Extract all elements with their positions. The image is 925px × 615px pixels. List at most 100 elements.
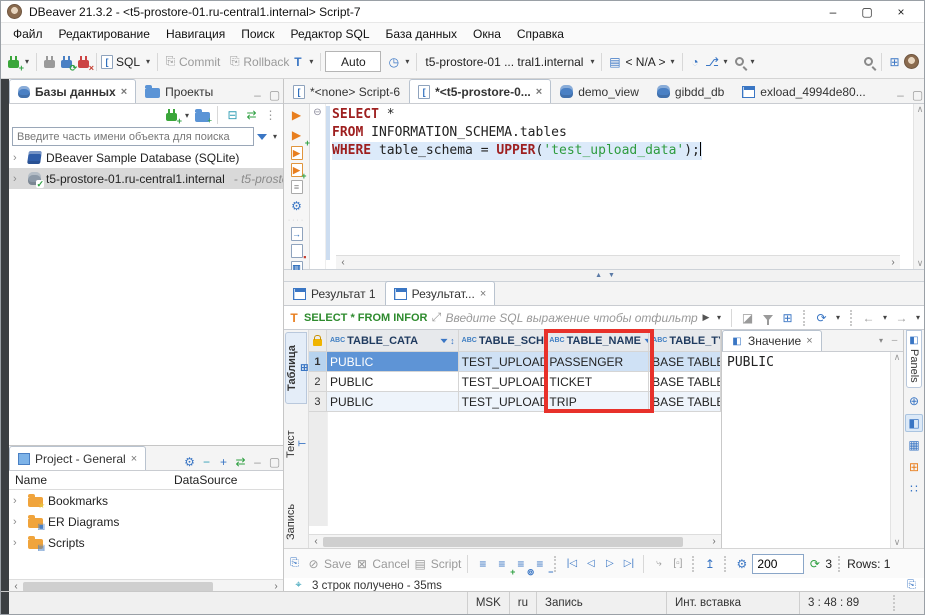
tab-projects[interactable]: Проекты: [136, 79, 222, 103]
menu-navigation[interactable]: Навигация: [158, 25, 233, 43]
last-row-icon[interactable]: ▷|: [620, 555, 637, 572]
expand-filter-icon[interactable]: ⤢: [430, 309, 442, 326]
sql-editor-label[interactable]: SQL: [116, 55, 140, 69]
column-header-table-schema[interactable]: ABC TABLE_SCHEI ↕: [459, 330, 547, 352]
fetch-all-icon[interactable]: [▫]: [669, 555, 686, 572]
minimize-view-icon[interactable]: –: [249, 86, 266, 103]
menu-edit[interactable]: Редактирование: [51, 25, 158, 43]
tree-item-er-diagrams[interactable]: › ▣ ER Diagrams: [9, 511, 283, 532]
tab-demo-view[interactable]: demo_view: [551, 79, 648, 103]
sql-editor-dropdown[interactable]: ▾: [143, 57, 153, 66]
scroll-right-icon[interactable]: ›: [886, 257, 900, 268]
metadata-panel-icon[interactable]: ▦: [905, 436, 923, 454]
close-icon[interactable]: ×: [806, 335, 812, 347]
tab-project-general[interactable]: Project - General ×: [9, 446, 146, 470]
cell[interactable]: BASE TABLE: [649, 372, 721, 392]
transaction-log-icon[interactable]: ◷: [385, 53, 402, 70]
expand-chevron-icon[interactable]: ›: [13, 152, 23, 164]
previous-row-icon[interactable]: ◁: [582, 555, 599, 572]
menu-help[interactable]: Справка: [509, 25, 572, 43]
explain-plan-icon[interactable]: ≡: [291, 180, 303, 194]
column-sort-icon[interactable]: ↕: [450, 336, 455, 346]
filter-icon[interactable]: [257, 134, 267, 140]
view-menu-icon[interactable]: ⋮: [262, 107, 279, 124]
tree-item-bookmarks[interactable]: › ★ Bookmarks: [9, 490, 283, 511]
references-panel-icon[interactable]: ∷: [905, 480, 923, 498]
sash-down-icon[interactable]: ▼: [608, 272, 615, 279]
minimize-view-icon[interactable]: –: [892, 86, 909, 103]
close-icon[interactable]: ×: [536, 86, 542, 98]
link-editor-icon[interactable]: ⇄: [232, 453, 249, 470]
code-area[interactable]: ⊖ SELECT *FROM INFORMATION_SCHEMA.tables…: [310, 104, 913, 269]
column-header-table-type[interactable]: ABC TABLE_TYI: [649, 330, 721, 352]
tree-item-t5-prostore[interactable]: › ✓ t5-prostore-01.ru-central1.internal …: [9, 168, 283, 189]
editor-settings-gear-icon[interactable]: ⚙: [288, 197, 305, 214]
expand-chevron-icon[interactable]: ›: [13, 495, 23, 507]
edit-cell-icon[interactable]: ≡: [474, 555, 491, 572]
grid-horizontal-scrollbar[interactable]: ‹ ›: [309, 534, 721, 548]
minimize-panel-icon[interactable]: –: [886, 332, 903, 349]
copy-row-icon[interactable]: ≡⊚: [512, 555, 529, 572]
column-header-table-catalog[interactable]: ABC TABLE_CATA ↕: [327, 330, 459, 352]
execute-script-new-tab-icon[interactable]: ▶+: [291, 163, 303, 177]
export-data-icon[interactable]: ↥: [701, 555, 718, 572]
tree-item-scripts[interactable]: › ▤ Scripts: [9, 532, 283, 553]
custom-filter-icon[interactable]: T: [287, 309, 301, 326]
menu-file[interactable]: Файл: [5, 25, 51, 43]
column-name[interactable]: Name: [15, 473, 47, 487]
scroll-left-icon[interactable]: ‹: [309, 536, 323, 547]
cell[interactable]: PUBLIC: [327, 392, 459, 412]
window-close-button[interactable]: ×: [884, 2, 918, 22]
minimize-view-icon[interactable]: –: [249, 453, 266, 470]
object-search-dropdown[interactable]: ▾: [748, 57, 758, 66]
row-number[interactable]: 1: [309, 352, 327, 372]
maximize-view-icon[interactable]: ▢: [266, 86, 283, 103]
project-settings-icon[interactable]: ⚙: [181, 453, 198, 470]
grid-corner-cell[interactable]: [309, 330, 327, 352]
new-connection-icon[interactable]: +: [5, 53, 22, 70]
network-profile-icon[interactable]: ⎇: [704, 53, 721, 70]
scroll-up-icon[interactable]: ∧: [894, 352, 901, 363]
export-result-icon[interactable]: →: [291, 227, 303, 241]
panel-menu-dropdown[interactable]: ▾: [876, 336, 886, 345]
validate-script-icon[interactable]: ▪: [291, 244, 303, 258]
open-perspective-icon[interactable]: ⊞: [886, 53, 903, 70]
fetch-page-icon[interactable]: ⤷: [650, 555, 667, 572]
tab-script-6[interactable]: [ *<none> Script-6: [284, 79, 409, 103]
column-filter-icon[interactable]: [441, 338, 448, 342]
row-number[interactable]: 3: [309, 392, 327, 412]
fold-margin[interactable]: ⊖: [310, 104, 326, 269]
menu-windows[interactable]: Окна: [465, 25, 509, 43]
scroll-down-icon[interactable]: ∨: [917, 258, 924, 269]
tab-exload[interactable]: exload_4994de80...: [733, 79, 874, 103]
cell-selected[interactable]: PUBLIC: [327, 352, 459, 372]
filter-dropdown[interactable]: ▾: [270, 132, 280, 141]
row-number[interactable]: 2: [309, 372, 327, 392]
fold-collapse-icon[interactable]: ⊖: [313, 107, 321, 118]
language-cell[interactable]: ru: [509, 592, 536, 614]
cell-value-text[interactable]: PUBLIC: [722, 352, 890, 548]
editor-vertical-scrollbar[interactable]: ∧ ∨: [913, 104, 925, 269]
add-row-icon[interactable]: ≡+: [493, 555, 510, 572]
value-panel-toggle-icon[interactable]: ◧: [905, 414, 923, 432]
object-search-input[interactable]: [12, 127, 254, 146]
reconnect-icon[interactable]: ⟳: [58, 53, 75, 70]
column-datasource[interactable]: DataSource: [174, 473, 277, 487]
presentation-tab-text[interactable]: Текст T: [285, 418, 307, 470]
scroll-right-icon[interactable]: ›: [707, 536, 721, 547]
cell[interactable]: TEST_UPLOAD_DAT: [459, 352, 547, 372]
back-icon[interactable]: ←: [860, 309, 877, 326]
filter-history-dropdown[interactable]: ▾: [714, 313, 724, 322]
cell[interactable]: TEST_UPLOAD_DAT: [459, 392, 547, 412]
presentation-tab-record[interactable]: Запись: [285, 498, 307, 546]
scroll-up-icon[interactable]: ∧: [917, 104, 924, 115]
new-connection-small-dropdown[interactable]: ▾: [182, 111, 192, 120]
execute-new-tab-icon[interactable]: ▶+: [288, 126, 305, 143]
grid-config-gear-icon[interactable]: ⚙: [733, 555, 750, 572]
active-connection-dropdown[interactable]: ▾: [587, 57, 597, 66]
active-connection-value[interactable]: t5-prostore-01 ... tral1.internal: [421, 55, 587, 69]
close-icon[interactable]: ×: [121, 86, 127, 98]
clear-filter-icon[interactable]: ◪: [739, 309, 756, 326]
tab-result-1[interactable]: Результат 1: [284, 281, 385, 305]
sash-up-icon[interactable]: ▲: [595, 272, 602, 279]
